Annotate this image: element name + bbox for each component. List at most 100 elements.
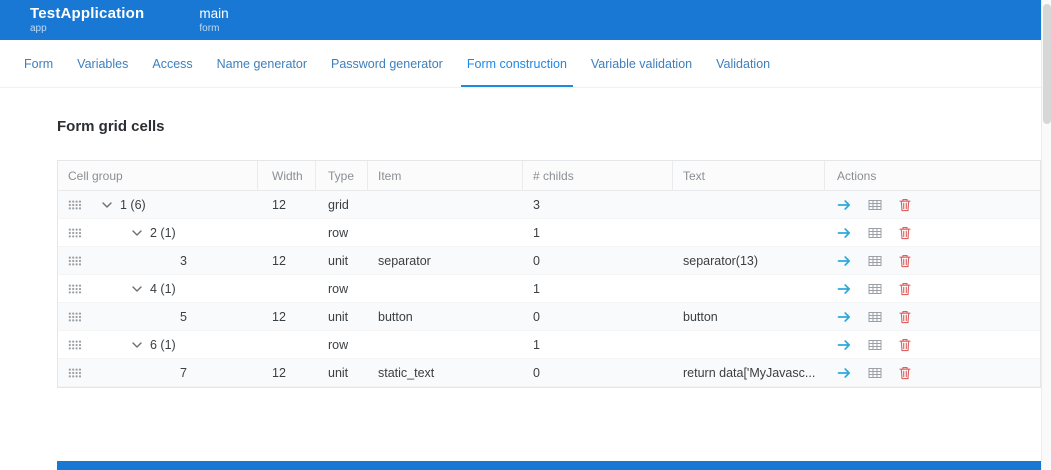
actions-cell bbox=[825, 191, 1040, 218]
cell-group-label: 2 (1) bbox=[150, 225, 176, 240]
childs-cell: 3 bbox=[533, 197, 540, 212]
arrow-right-icon[interactable] bbox=[837, 227, 851, 239]
chevron-down-icon[interactable] bbox=[132, 286, 144, 292]
actions-cell bbox=[825, 275, 1040, 302]
actions-cell bbox=[825, 303, 1040, 330]
item-cell bbox=[368, 219, 523, 246]
childs-cell: 0 bbox=[533, 253, 540, 268]
drag-handle-icon[interactable] bbox=[68, 368, 82, 378]
width-cell: 12 bbox=[272, 197, 286, 212]
actions-cell bbox=[825, 219, 1040, 246]
text-cell bbox=[673, 219, 825, 246]
arrow-right-icon[interactable] bbox=[837, 283, 851, 295]
form-subtitle: form bbox=[199, 22, 220, 34]
table-row: 1 (6) 12 grid 3 bbox=[58, 191, 1040, 219]
tab-variables[interactable]: Variables bbox=[65, 40, 140, 87]
tab-label: Validation bbox=[716, 56, 771, 71]
tab-validation[interactable]: Validation bbox=[704, 40, 782, 87]
item-cell: button bbox=[378, 309, 413, 324]
app-window: TestApplication app main form Form Varia… bbox=[0, 0, 1051, 470]
cell-group-label: 4 (1) bbox=[150, 281, 176, 296]
trash-icon[interactable] bbox=[899, 282, 911, 296]
text-cell: return data['MyJavasc... bbox=[683, 365, 816, 380]
childs-cell: 1 bbox=[533, 337, 540, 352]
table-icon[interactable] bbox=[868, 227, 882, 239]
tab-form-construction[interactable]: Form construction bbox=[455, 40, 579, 87]
width-cell bbox=[258, 219, 316, 246]
tab-access[interactable]: Access bbox=[140, 40, 204, 87]
table-icon[interactable] bbox=[868, 283, 882, 295]
cell-group-label: 6 (1) bbox=[150, 337, 176, 352]
cell-group-label: 1 (6) bbox=[120, 197, 146, 212]
app-title-block[interactable]: TestApplication app bbox=[30, 5, 144, 35]
tab-label: Form construction bbox=[466, 56, 567, 71]
trash-icon[interactable] bbox=[899, 310, 911, 324]
childs-cell: 0 bbox=[533, 309, 540, 324]
page-title: Form grid cells bbox=[57, 118, 165, 135]
text-cell: separator(13) bbox=[683, 253, 759, 268]
scrollbar[interactable] bbox=[1041, 0, 1051, 470]
tab-name-generator[interactable]: Name generator bbox=[205, 40, 319, 87]
tab-label: Form bbox=[24, 56, 54, 71]
arrow-right-icon[interactable] bbox=[837, 367, 851, 379]
type-cell: grid bbox=[328, 197, 349, 212]
column-header-childs: # childs bbox=[523, 161, 673, 190]
table-icon[interactable] bbox=[868, 367, 882, 379]
text-cell bbox=[673, 191, 825, 218]
drag-handle-icon[interactable] bbox=[68, 312, 82, 322]
tab-variable-validation[interactable]: Variable validation bbox=[579, 40, 704, 87]
table-icon[interactable] bbox=[868, 255, 882, 267]
arrow-right-icon[interactable] bbox=[837, 339, 851, 351]
item-cell bbox=[368, 275, 523, 302]
childs-cell: 1 bbox=[533, 225, 540, 240]
drag-handle-icon[interactable] bbox=[68, 200, 82, 210]
trash-icon[interactable] bbox=[899, 338, 911, 352]
drag-handle-icon[interactable] bbox=[68, 228, 82, 238]
item-cell: static_text bbox=[378, 365, 435, 380]
tab-form[interactable]: Form bbox=[12, 40, 65, 87]
tab-label: Variable validation bbox=[590, 56, 693, 71]
chevron-down-icon[interactable] bbox=[102, 202, 114, 208]
actions-cell bbox=[825, 331, 1040, 358]
trash-icon[interactable] bbox=[899, 198, 911, 212]
table-row: 6 (1) row 1 bbox=[58, 331, 1040, 359]
trash-icon[interactable] bbox=[899, 366, 911, 380]
childs-cell: 1 bbox=[533, 281, 540, 296]
text-cell bbox=[673, 275, 825, 302]
column-header-width: Width bbox=[258, 161, 316, 190]
arrow-right-icon[interactable] bbox=[837, 311, 851, 323]
column-header-cell-group: Cell group bbox=[58, 161, 258, 190]
trash-icon[interactable] bbox=[899, 254, 911, 268]
scrollbar-thumb[interactable] bbox=[1043, 4, 1051, 124]
table-row: 2 (1) row 1 bbox=[58, 219, 1040, 247]
table-header-row: Cell group Width Type Item # childs Text… bbox=[58, 161, 1040, 191]
table-icon[interactable] bbox=[868, 339, 882, 351]
type-cell: row bbox=[328, 337, 349, 352]
arrow-right-icon[interactable] bbox=[837, 199, 851, 211]
table-icon[interactable] bbox=[868, 199, 882, 211]
chevron-down-icon[interactable] bbox=[132, 342, 144, 348]
trash-icon[interactable] bbox=[899, 226, 911, 240]
width-cell bbox=[258, 275, 316, 302]
table-row: 4 (1) row 1 bbox=[58, 275, 1040, 303]
form-title-block[interactable]: main form bbox=[199, 6, 228, 34]
tab-password-generator[interactable]: Password generator bbox=[319, 40, 455, 87]
tab-label: Name generator bbox=[216, 56, 307, 71]
type-cell: row bbox=[328, 225, 349, 240]
type-cell: unit bbox=[328, 253, 349, 268]
drag-handle-icon[interactable] bbox=[68, 256, 82, 266]
arrow-right-icon[interactable] bbox=[837, 255, 851, 267]
type-cell: row bbox=[328, 281, 349, 296]
bottom-accent-bar bbox=[57, 461, 1051, 470]
type-cell: unit bbox=[328, 309, 349, 324]
table-icon[interactable] bbox=[868, 311, 882, 323]
item-cell: separator bbox=[378, 253, 431, 268]
tab-bar: Form Variables Access Name generator Pas… bbox=[0, 40, 1041, 88]
drag-handle-icon[interactable] bbox=[68, 284, 82, 294]
drag-handle-icon[interactable] bbox=[68, 340, 82, 350]
cell-group-label: 5 bbox=[180, 309, 187, 324]
chevron-down-icon[interactable] bbox=[132, 230, 144, 236]
tab-label: Variables bbox=[77, 56, 129, 71]
column-header-type: Type bbox=[316, 161, 368, 190]
actions-cell bbox=[825, 359, 1040, 386]
